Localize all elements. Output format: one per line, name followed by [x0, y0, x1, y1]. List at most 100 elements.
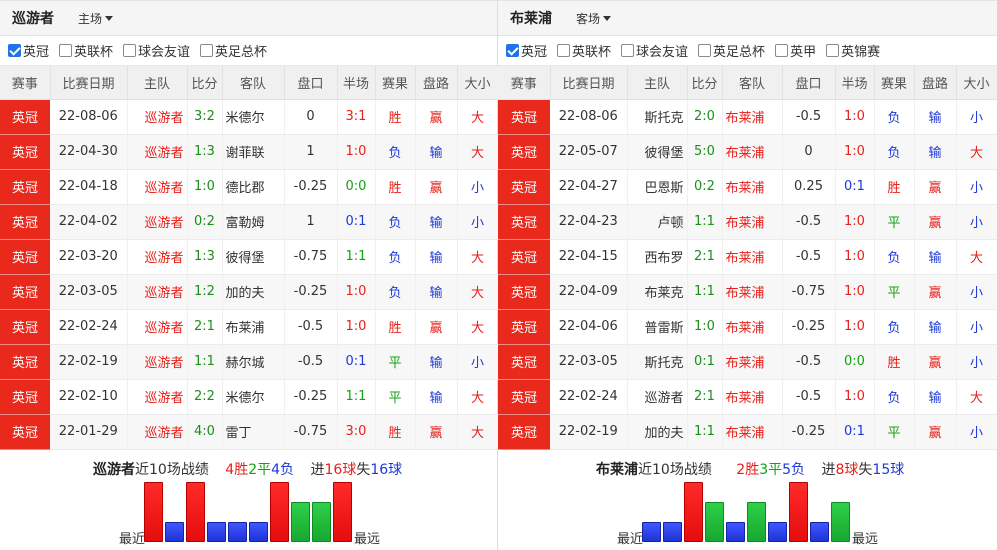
filter-checkbox[interactable]: 英足总杯: [698, 41, 765, 60]
match-row[interactable]: 英冠 22-04-09 布莱克 1:1 布莱浦 -0.75 1:0 平赢小: [498, 274, 997, 310]
cell-score[interactable]: 4:0: [187, 414, 223, 450]
cell-score[interactable]: 0:1: [687, 344, 723, 380]
cell-home[interactable]: 巡游者: [127, 309, 188, 345]
filter-checkbox[interactable]: 英锦赛: [826, 41, 880, 60]
match-row[interactable]: 英冠 22-01-29 巡游者 4:0 雷丁 -0.75 3:0 胜赢大: [0, 414, 499, 450]
checkbox-icon[interactable]: [557, 44, 571, 57]
cell-home[interactable]: 彼得堡: [627, 134, 688, 170]
away-venue-dropdown[interactable]: 客场: [576, 10, 612, 27]
checkbox-icon[interactable]: [775, 44, 789, 57]
match-row[interactable]: 英冠 22-04-02 巡游者 0:2 富勒姆 1 0:1 负输小: [0, 204, 499, 240]
cell-comp[interactable]: 英冠: [498, 169, 550, 205]
cell-home[interactable]: 巡游者: [127, 239, 188, 275]
match-row[interactable]: 英冠 22-02-24 巡游者 2:1 布莱浦 -0.5 1:0 负输大: [498, 379, 997, 415]
cell-comp[interactable]: 英冠: [0, 169, 50, 205]
checkbox-icon[interactable]: [59, 44, 73, 57]
cell-home[interactable]: 斯托克: [627, 99, 688, 135]
cell-home[interactable]: 普雷斯: [627, 309, 688, 345]
cell-score[interactable]: 1:3: [187, 239, 223, 275]
cell-comp[interactable]: 英冠: [498, 309, 550, 345]
cell-home[interactable]: 巡游者: [127, 414, 188, 450]
cell-comp[interactable]: 英冠: [0, 414, 50, 450]
cell-score[interactable]: 1:1: [687, 204, 723, 240]
cell-away[interactable]: 雷丁: [222, 414, 285, 450]
cell-away[interactable]: 布莱浦: [722, 344, 783, 380]
cell-away[interactable]: 布莱浦: [722, 309, 783, 345]
cell-away[interactable]: 谢菲联: [222, 134, 285, 170]
cell-comp[interactable]: 英冠: [0, 379, 50, 415]
cell-score[interactable]: 2:1: [687, 239, 723, 275]
cell-comp[interactable]: 英冠: [0, 99, 50, 135]
checkbox-icon[interactable]: [506, 44, 519, 57]
cell-away[interactable]: 布莱浦: [722, 239, 783, 275]
cell-score[interactable]: 1:3: [187, 134, 223, 170]
checkbox-icon[interactable]: [8, 44, 21, 57]
cell-score[interactable]: 2:2: [187, 379, 223, 415]
checkbox-icon[interactable]: [698, 44, 712, 57]
cell-home[interactable]: 巡游者: [127, 379, 188, 415]
cell-home[interactable]: 斯托克: [627, 344, 688, 380]
match-row[interactable]: 英冠 22-02-19 巡游者 1:1 赫尔城 -0.5 0:1 平输小: [0, 344, 499, 380]
cell-home[interactable]: 巡游者: [127, 274, 188, 310]
cell-score[interactable]: 1:1: [187, 344, 223, 380]
cell-away[interactable]: 米德尔: [222, 99, 285, 135]
cell-score[interactable]: 0:2: [187, 204, 223, 240]
cell-comp[interactable]: 英冠: [498, 414, 550, 450]
cell-home[interactable]: 巡游者: [127, 169, 188, 205]
cell-score[interactable]: 3:2: [187, 99, 223, 135]
cell-score[interactable]: 0:2: [687, 169, 723, 205]
filter-checkbox[interactable]: 球会友谊: [123, 41, 190, 60]
filter-checkbox[interactable]: 英甲: [775, 41, 816, 60]
cell-score[interactable]: 5:0: [687, 134, 723, 170]
cell-away[interactable]: 富勒姆: [222, 204, 285, 240]
cell-comp[interactable]: 英冠: [498, 239, 550, 275]
checkbox-icon[interactable]: [200, 44, 214, 57]
filter-checkbox[interactable]: 英足总杯: [200, 41, 267, 60]
match-row[interactable]: 英冠 22-04-15 西布罗 2:1 布莱浦 -0.5 1:0 负输大: [498, 239, 997, 275]
cell-home[interactable]: 西布罗: [627, 239, 688, 275]
checkbox-icon[interactable]: [826, 44, 840, 57]
cell-away[interactable]: 布莱浦: [722, 379, 783, 415]
cell-score[interactable]: 1:2: [187, 274, 223, 310]
match-row[interactable]: 英冠 22-04-18 巡游者 1:0 德比郡 -0.25 0:0 胜赢小: [0, 169, 499, 205]
match-row[interactable]: 英冠 22-02-10 巡游者 2:2 米德尔 -0.25 1:1 平输大: [0, 379, 499, 415]
match-row[interactable]: 英冠 22-05-07 彼得堡 5:0 布莱浦 0 1:0 负输大: [498, 134, 997, 170]
cell-comp[interactable]: 英冠: [498, 274, 550, 310]
cell-comp[interactable]: 英冠: [498, 344, 550, 380]
checkbox-icon[interactable]: [621, 44, 635, 57]
filter-checkbox[interactable]: 英联杯: [557, 41, 611, 60]
cell-comp[interactable]: 英冠: [498, 379, 550, 415]
cell-score[interactable]: 2:0: [687, 99, 723, 135]
match-row[interactable]: 英冠 22-03-05 巡游者 1:2 加的夫 -0.25 1:0 负输大: [0, 274, 499, 310]
cell-home[interactable]: 卢顿: [627, 204, 688, 240]
cell-away[interactable]: 布莱浦: [722, 169, 783, 205]
cell-away[interactable]: 米德尔: [222, 379, 285, 415]
cell-away[interactable]: 布莱浦: [222, 309, 285, 345]
cell-away[interactable]: 布莱浦: [722, 274, 783, 310]
cell-comp[interactable]: 英冠: [0, 134, 50, 170]
filter-checkbox[interactable]: 英联杯: [59, 41, 113, 60]
match-row[interactable]: 英冠 22-08-06 斯托克 2:0 布莱浦 -0.5 1:0 负输小: [498, 99, 997, 135]
cell-score[interactable]: 1:1: [687, 414, 723, 450]
match-row[interactable]: 英冠 22-08-06 巡游者 3:2 米德尔 0 3:1 胜赢大: [0, 99, 499, 135]
cell-comp[interactable]: 英冠: [0, 344, 50, 380]
cell-home[interactable]: 巡游者: [127, 204, 188, 240]
cell-score[interactable]: 1:0: [687, 309, 723, 345]
match-row[interactable]: 英冠 22-02-19 加的夫 1:1 布莱浦 -0.25 0:1 平赢小: [498, 414, 997, 450]
cell-comp[interactable]: 英冠: [0, 309, 50, 345]
filter-checkbox[interactable]: 英冠: [8, 41, 49, 60]
cell-away[interactable]: 加的夫: [222, 274, 285, 310]
cell-away[interactable]: 赫尔城: [222, 344, 285, 380]
cell-home[interactable]: 加的夫: [627, 414, 688, 450]
cell-comp[interactable]: 英冠: [498, 134, 550, 170]
match-row[interactable]: 英冠 22-03-20 巡游者 1:3 彼得堡 -0.75 1:1 负输大: [0, 239, 499, 275]
cell-away[interactable]: 布莱浦: [722, 99, 783, 135]
match-row[interactable]: 英冠 22-04-23 卢顿 1:1 布莱浦 -0.5 1:0 平赢小: [498, 204, 997, 240]
cell-away[interactable]: 德比郡: [222, 169, 285, 205]
cell-home[interactable]: 巴恩斯: [627, 169, 688, 205]
match-row[interactable]: 英冠 22-02-24 巡游者 2:1 布莱浦 -0.5 1:0 胜赢大: [0, 309, 499, 345]
cell-score[interactable]: 2:1: [687, 379, 723, 415]
cell-comp[interactable]: 英冠: [0, 239, 50, 275]
filter-checkbox[interactable]: 球会友谊: [621, 41, 688, 60]
cell-comp[interactable]: 英冠: [0, 204, 50, 240]
